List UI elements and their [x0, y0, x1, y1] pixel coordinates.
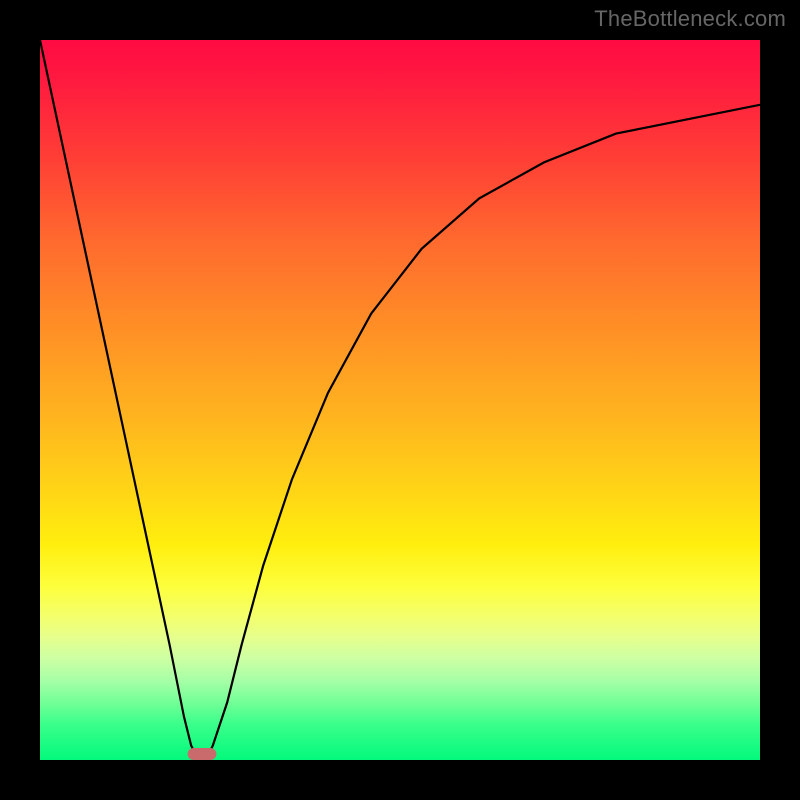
plot-area	[40, 40, 760, 760]
optimal-marker	[188, 748, 217, 760]
chart-svg	[40, 40, 760, 760]
chart-frame: TheBottleneck.com	[0, 0, 800, 800]
bottleneck-curve	[40, 40, 760, 760]
watermark-label: TheBottleneck.com	[594, 6, 786, 32]
